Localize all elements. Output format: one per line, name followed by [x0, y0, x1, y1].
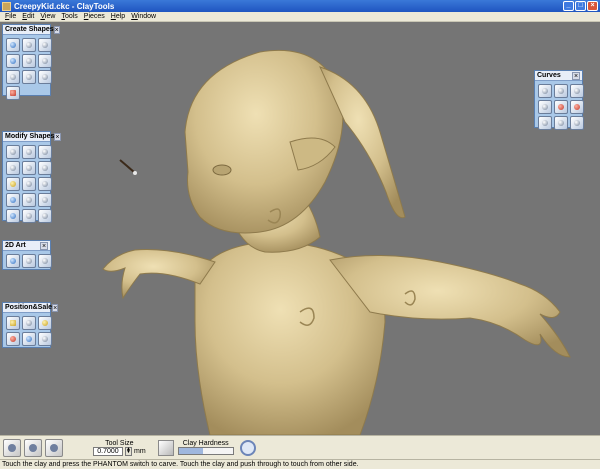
- create-shapes-header[interactable]: Create Shapes ×: [3, 25, 60, 35]
- image-tool[interactable]: [22, 254, 36, 268]
- create-shapes-title: Create Shapes: [5, 26, 54, 33]
- cone-tool[interactable]: [22, 54, 36, 68]
- trace-tool[interactable]: [38, 254, 52, 268]
- sketch-tool[interactable]: [6, 254, 20, 268]
- move-tool[interactable]: [6, 316, 20, 330]
- menu-bar: File Edit View Tools Pieces Help Window: [0, 12, 600, 22]
- emboss-tool[interactable]: [6, 177, 20, 191]
- clay-hardness-fill: [178, 448, 203, 454]
- box-tool[interactable]: [6, 38, 20, 52]
- position-scale-header[interactable]: Position&Sale ×: [3, 303, 59, 313]
- minimize-button[interactable]: _: [563, 1, 574, 11]
- menu-view[interactable]: View: [37, 13, 58, 20]
- torus-tool[interactable]: [38, 54, 52, 68]
- smooth-tool[interactable]: [22, 145, 36, 159]
- curve-shell-tool[interactable]: [554, 116, 568, 130]
- bottom-toolbar: Tool Size 0.7000 ▲ ▼ mm Clay Hardness: [0, 435, 600, 459]
- curve-smooth-tool[interactable]: [570, 116, 584, 130]
- curve-cut-tool[interactable]: [570, 100, 584, 114]
- curves-header[interactable]: Curves ×: [535, 71, 582, 81]
- sphere-tool[interactable]: [38, 38, 52, 52]
- modify-shapes-header[interactable]: Modify Shapes ×: [3, 132, 61, 142]
- clay-hardness-control: Clay Hardness: [177, 440, 234, 455]
- window-controls: _ □ ×: [563, 1, 598, 11]
- title-bar: CreepyKid.ckc - ClayTools _ □ ×: [0, 0, 600, 12]
- rotate-tool[interactable]: [22, 316, 36, 330]
- inflate-tool[interactable]: [22, 193, 36, 207]
- revolve-tool[interactable]: [38, 70, 52, 84]
- stylus-icon[interactable]: [3, 438, 21, 457]
- spray-tool[interactable]: [22, 177, 36, 191]
- detail-tool[interactable]: [6, 209, 20, 223]
- mirror-tool[interactable]: [38, 177, 52, 191]
- 3d-viewport[interactable]: Create Shapes × Modify Shapes × 2D Art ×…: [0, 22, 600, 435]
- close-button[interactable]: ×: [587, 1, 598, 11]
- curves-title: Curves: [537, 72, 561, 79]
- curve-sweep-tool[interactable]: [570, 84, 584, 98]
- pinch-tool[interactable]: [6, 193, 20, 207]
- flip-tool[interactable]: [6, 332, 20, 346]
- 2d-art-title: 2D Art: [5, 242, 26, 249]
- curve-extrude-tool[interactable]: [554, 84, 568, 98]
- swirl-icon[interactable]: [239, 439, 256, 456]
- curve-point-tool[interactable]: [554, 100, 568, 114]
- window-title: CreepyKid.ckc - ClayTools: [14, 1, 115, 11]
- modify-shapes-panel: Modify Shapes ×: [2, 131, 61, 223]
- tool-size-unit: mm: [134, 447, 146, 455]
- clay-hardness-slider[interactable]: [177, 447, 234, 455]
- close-icon[interactable]: ×: [572, 71, 580, 80]
- 2d-art-header[interactable]: 2D Art ×: [3, 241, 50, 251]
- modify-shapes-title: Modify Shapes: [5, 133, 55, 140]
- app-icon: [2, 1, 11, 11]
- wedge-tool[interactable]: [6, 70, 20, 84]
- curve-loft-tool[interactable]: [538, 116, 552, 130]
- tool-size-spinner[interactable]: ▲ ▼: [125, 446, 132, 456]
- center-tool[interactable]: [38, 332, 52, 346]
- tool-size-input[interactable]: 0.7000: [93, 446, 123, 456]
- align-tool[interactable]: [22, 332, 36, 346]
- clay-icon: [157, 439, 174, 456]
- curve-draw-tool[interactable]: [538, 84, 552, 98]
- status-bar: Touch the clay and press the PHANTOM swi…: [0, 459, 600, 469]
- import-tool[interactable]: [6, 86, 20, 100]
- position-scale-panel: Position&Sale ×: [2, 302, 59, 348]
- smudge-tool[interactable]: [22, 161, 36, 175]
- menu-file[interactable]: File: [2, 13, 19, 20]
- clay-block-icon[interactable]: [45, 438, 63, 457]
- tug-tool[interactable]: [38, 145, 52, 159]
- menu-edit[interactable]: Edit: [19, 13, 37, 20]
- menu-help[interactable]: Help: [108, 13, 128, 20]
- extrude-tool[interactable]: [22, 70, 36, 84]
- scale-tool[interactable]: [38, 316, 52, 330]
- close-icon[interactable]: ×: [40, 241, 48, 250]
- menu-window[interactable]: Window: [128, 13, 159, 20]
- attract-tool[interactable]: [38, 161, 52, 175]
- add-clay-tool[interactable]: [6, 161, 20, 175]
- cylinder-tool[interactable]: [22, 38, 36, 52]
- tool-size-control: Tool Size 0.7000 ▲ ▼ mm: [93, 440, 146, 456]
- carve-tool[interactable]: [6, 145, 20, 159]
- stamp-tool[interactable]: [22, 209, 36, 223]
- phantom-icon[interactable]: [24, 438, 42, 457]
- 2d-art-panel: 2D Art ×: [2, 240, 52, 270]
- tube-tool[interactable]: [6, 54, 20, 68]
- close-icon[interactable]: ×: [52, 303, 59, 312]
- close-icon[interactable]: ×: [53, 25, 60, 34]
- close-icon[interactable]: ×: [54, 132, 61, 141]
- wire-cut-tool[interactable]: [38, 209, 52, 223]
- clay-hardness-label: Clay Hardness: [182, 440, 229, 447]
- position-scale-title: Position&Sale: [5, 304, 53, 311]
- deform-tool[interactable]: [38, 193, 52, 207]
- menu-tools[interactable]: Tools: [58, 13, 80, 20]
- create-shapes-panel: Create Shapes ×: [2, 24, 60, 100]
- menu-pieces[interactable]: Pieces: [81, 13, 108, 20]
- curves-panel: Curves ×: [534, 70, 584, 130]
- maximize-button[interactable]: □: [575, 1, 586, 11]
- curve-edit-tool[interactable]: [538, 100, 552, 114]
- clay-sculpture[interactable]: [0, 22, 600, 435]
